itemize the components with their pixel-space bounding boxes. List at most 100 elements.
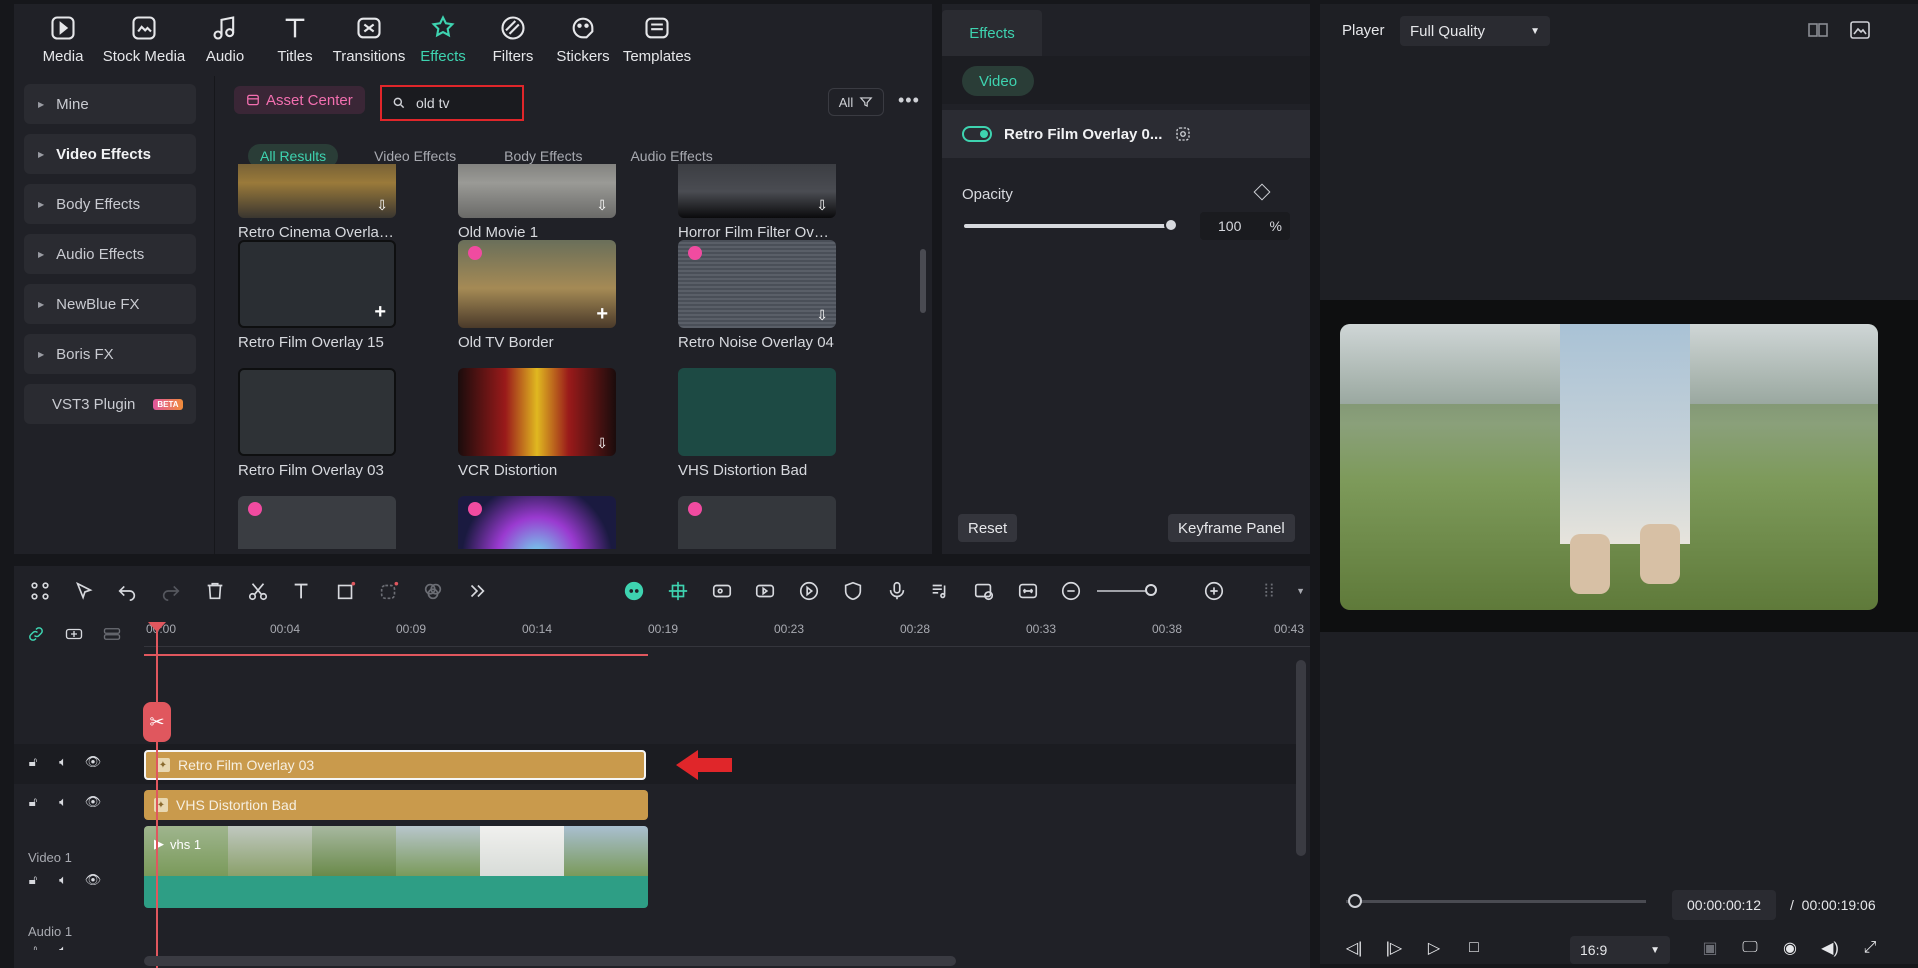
effect-card[interactable]: ⇩ Retro Cinema Overlay ... (238, 164, 396, 241)
download-icon[interactable]: ⇩ (596, 435, 608, 452)
sidebar-item-video-effects[interactable]: ▶ Video Effects (24, 134, 196, 174)
effect-card[interactable]: ⇩ Retro Noise Overlay 04 (678, 240, 836, 351)
keyframe-panel-button[interactable]: Keyframe Panel (1168, 514, 1295, 542)
effect-card[interactable]: VHS Distortion Bad (678, 368, 836, 479)
download-icon[interactable]: ⇩ (816, 197, 828, 214)
playhead-split-button[interactable]: ✂ (143, 702, 171, 742)
tab-effects-settings[interactable]: Effects (942, 10, 1042, 56)
delete-icon[interactable] (193, 576, 237, 606)
reset-button[interactable]: Reset (958, 514, 1018, 542)
sidebar-item-vst3-plugin[interactable]: VST3 Plugin BETA (24, 384, 196, 424)
volume-icon[interactable]: ◀) (1818, 936, 1842, 960)
quality-dropdown[interactable]: Full Quality ▼ (1400, 16, 1550, 46)
ai-tool-icon[interactable] (368, 576, 412, 606)
speaker-icon[interactable]: 🔈︎ (54, 754, 72, 770)
download-icon[interactable]: ⇩ (596, 197, 608, 214)
lock-icon[interactable]: 🔓︎ (24, 754, 42, 770)
timeline-ruler[interactable]: 00:00 00:04 00:09 00:14 00:19 00:23 00:2… (144, 616, 1310, 652)
aspect-ratio-dropdown[interactable]: 16:9 ▼ (1570, 936, 1670, 964)
tab-effects[interactable]: Effects (408, 4, 478, 74)
eye-icon[interactable]: 👁︎ (84, 754, 102, 770)
search-input[interactable] (416, 95, 506, 111)
mask-icon[interactable] (1174, 125, 1192, 143)
sidebar-item-boris-fx[interactable]: ▶ Boris FX (24, 334, 196, 374)
download-icon[interactable]: ⇩ (816, 307, 828, 324)
search-box[interactable] (380, 85, 524, 121)
tab-stock-media[interactable]: Stock Media (98, 4, 190, 74)
sidebar-item-body-effects[interactable]: ▶ Body Effects (24, 184, 196, 224)
tab-titles[interactable]: Titles (260, 4, 330, 74)
timeline-h-scrollbar[interactable] (144, 956, 956, 966)
playhead[interactable] (156, 626, 158, 968)
auto-ripple-icon[interactable] (700, 576, 744, 606)
results-scrollbar[interactable] (920, 249, 926, 313)
tab-templates[interactable]: Templates (618, 4, 696, 74)
lock-icon[interactable]: 🔓︎ (24, 942, 42, 950)
zoom-slider[interactable] (1097, 584, 1158, 596)
effect-card[interactable]: ⇩ Horror Film Filter Over... (678, 164, 836, 241)
render-preview-icon[interactable]: ▣ (1698, 936, 1722, 960)
tab-transitions[interactable]: Transitions (330, 4, 408, 74)
zoom-slider-handle[interactable] (1145, 584, 1158, 596)
clip-vhs-distortion[interactable]: ✦ VHS Distortion Bad (144, 790, 648, 820)
next-frame-icon[interactable]: |▷ (1382, 936, 1406, 960)
opacity-value-field[interactable]: 100 % (1200, 212, 1290, 240)
asset-center-button[interactable]: Asset Center (234, 86, 365, 114)
effect-card[interactable] (238, 496, 396, 549)
track-manager-icon[interactable] (100, 624, 124, 644)
camera-icon[interactable]: ◉ (1778, 936, 1802, 960)
audio-mix-icon[interactable] (918, 576, 962, 606)
play-icon[interactable]: ▷ (1422, 936, 1446, 960)
select-tool-icon[interactable] (62, 576, 106, 606)
download-icon[interactable]: ⇩ (376, 197, 388, 214)
video-pill-button[interactable]: Video (962, 66, 1034, 96)
tab-media[interactable]: Media (28, 4, 98, 74)
layout-grid-icon[interactable] (18, 576, 62, 606)
effect-card[interactable]: ⇩ VCR Distortion (458, 368, 616, 479)
speaker-icon[interactable]: 🔈︎ (54, 942, 72, 950)
keyframe-diamond-icon[interactable] (1253, 183, 1271, 201)
eye-icon[interactable]: 👁︎ (84, 794, 102, 810)
snapshot-scope-icon[interactable] (1848, 18, 1872, 42)
add-track-icon[interactable] (62, 624, 86, 644)
effect-card[interactable]: + Old TV Border (458, 240, 616, 351)
opacity-slider[interactable] (964, 224, 1170, 228)
stop-icon[interactable]: □ (1462, 936, 1486, 960)
speaker-icon[interactable]: 🔈︎ (54, 794, 72, 810)
fit-timeline-icon[interactable] (1006, 576, 1050, 606)
effect-card[interactable] (678, 496, 836, 549)
opacity-slider-handle[interactable] (1164, 218, 1178, 232)
sidebar-item-newblue-fx[interactable]: ▶ NewBlue FX (24, 284, 196, 324)
effect-toggle[interactable] (962, 126, 992, 142)
speed-icon[interactable] (787, 576, 831, 606)
track-layout-icon[interactable] (1247, 576, 1291, 606)
effect-card[interactable]: + Retro Film Overlay 15 (238, 240, 396, 351)
effect-card[interactable] (458, 496, 616, 549)
video-preview[interactable] (1320, 300, 1918, 632)
more-options-button[interactable]: ••• (898, 90, 920, 111)
zoom-in-icon[interactable] (1192, 576, 1236, 606)
zoom-out-icon[interactable] (1049, 576, 1093, 606)
snap-icon[interactable] (656, 576, 700, 606)
playback-progress-handle[interactable] (1348, 894, 1362, 908)
text-tool-icon[interactable] (280, 576, 324, 606)
lock-icon[interactable]: 🔓︎ (24, 794, 42, 810)
undo-icon[interactable] (105, 576, 149, 606)
speaker-icon[interactable]: 🔈︎ (54, 872, 72, 888)
clip-retro-film-overlay[interactable]: ✦ Retro Film Overlay 03 (144, 750, 646, 780)
fullscreen-icon[interactable]: ⤢ (1858, 936, 1882, 960)
playback-progress-track[interactable] (1346, 900, 1646, 903)
display-icon[interactable]: 🖵 (1738, 936, 1762, 960)
ai-copilot-icon[interactable] (613, 576, 657, 606)
microphone-icon[interactable] (875, 576, 919, 606)
filter-dropdown[interactable]: All (828, 88, 884, 116)
add-icon[interactable]: + (596, 303, 608, 326)
sidebar-item-audio-effects[interactable]: ▶ Audio Effects (24, 234, 196, 274)
tab-stickers[interactable]: Stickers (548, 4, 618, 74)
effect-card[interactable]: Retro Film Overlay 03 (238, 368, 396, 479)
shield-icon[interactable] (831, 576, 875, 606)
color-match-icon[interactable] (411, 576, 455, 606)
tab-audio[interactable]: Audio (190, 4, 260, 74)
link-icon[interactable] (24, 624, 48, 644)
add-icon[interactable]: + (374, 301, 386, 324)
